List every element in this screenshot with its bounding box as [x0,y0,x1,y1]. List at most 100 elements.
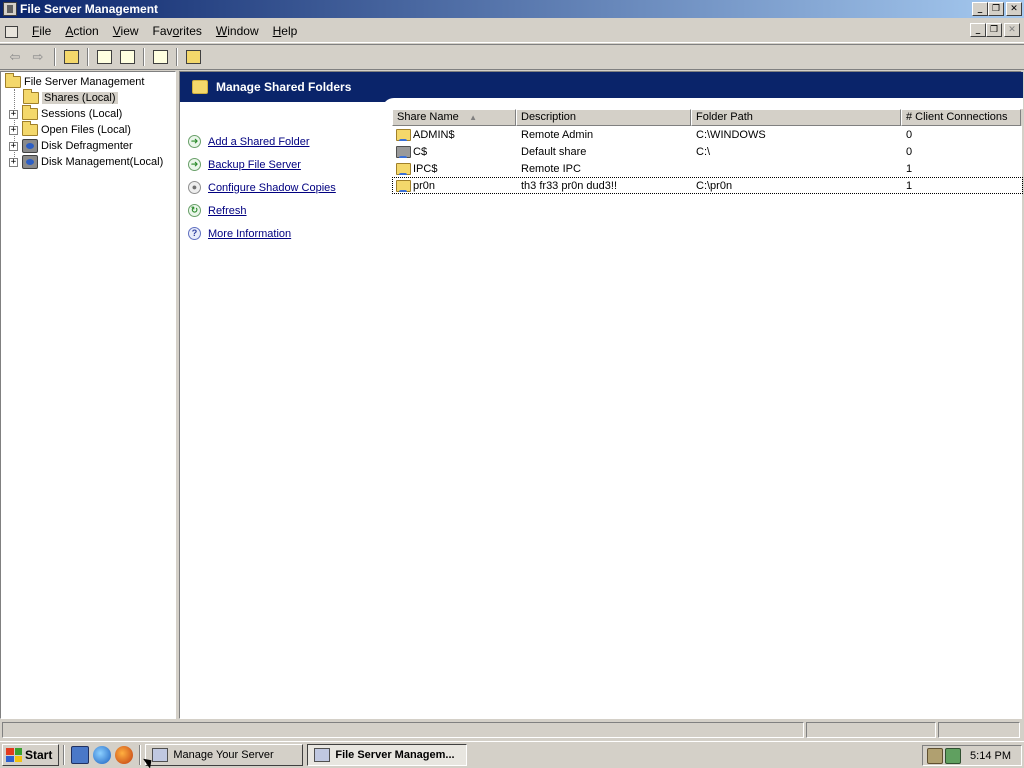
app-icon[interactable] [3,2,17,16]
window-title: File Server Management [20,2,159,16]
details-pane: Manage Shared Folders ➜ Add a Shared Fol… [179,71,1023,719]
forward-arrow-icon[interactable]: ⇨ [27,47,49,67]
task-refresh[interactable]: ↻ Refresh [188,204,247,217]
column-header-folder-path[interactable]: Folder Path [691,109,901,126]
task-more-information[interactable]: ? More Information [188,227,291,240]
share-name: IPC$ [413,162,438,175]
network-icon[interactable] [945,747,961,764]
close-button[interactable]: ✕ [1006,2,1022,16]
task-configure-shadow-copies[interactable]: ● Configure Shadow Copies [188,181,336,194]
sessions-icon [22,105,38,120]
help-icon[interactable] [149,47,171,67]
menu-action[interactable]: Action [58,22,105,40]
tree-item-disk-defragmenter[interactable]: + Disk Defragmenter [9,138,133,154]
share-connections: 1 [906,179,913,192]
column-header-client-connections[interactable]: # Client Connections [901,109,1021,126]
task-backup-file-server[interactable]: ➜ Backup File Server [188,158,301,171]
show-desktop-icon[interactable] [71,746,90,764]
task-link[interactable]: Backup File Server [208,159,301,171]
expand-icon[interactable]: + [9,109,18,119]
tree-item-disk-management[interactable]: + Disk Management(Local) [9,154,163,170]
security-alert-icon[interactable] [927,747,943,764]
share-name: pr0n [413,179,436,192]
task-link[interactable]: Configure Shadow Copies [208,182,336,194]
minimize-button[interactable]: _ [972,2,988,16]
menu-favorites[interactable]: Favorites [146,22,209,40]
title-bar[interactable]: File Server Management _ ❐ ✕ [0,0,1024,18]
share-name: C$ [413,145,428,158]
mdi-minimize-button[interactable]: _ [970,23,986,37]
console-tree[interactable]: File Server Management Shares (Local) + … [0,71,176,719]
shared-folder-icon [396,128,411,141]
up-one-level-icon[interactable] [60,47,82,67]
sort-ascending-icon: ▲ [469,113,477,122]
mdi-window-icon[interactable] [3,23,19,39]
window-controls: _ ❐ ✕ [972,2,1022,16]
column-header-share-name[interactable]: Share Name ▲ [392,109,516,126]
share-connections: 0 [906,128,913,141]
back-arrow-icon[interactable]: ⇦ [4,47,26,67]
mdi-window-controls: _ ❐ ✕ [970,23,1020,37]
start-button[interactable]: Start [2,744,60,766]
table-row[interactable]: ADMIN$ Remote Admin C:\WINDOWS 0 [392,126,1023,143]
toolbar: ⇦ ⇨ [0,44,1024,70]
taskbar-separator [63,745,66,765]
shares-list[interactable]: Share Name ▲ Description Folder Path # Cl… [392,109,1023,194]
shadow-copy-icon[interactable] [182,47,204,67]
status-pane [806,722,936,738]
task-link[interactable]: Add a Shared Folder [208,136,310,148]
tree-item-label: Disk Defragmenter [41,140,133,152]
toolbar-separator [176,48,178,66]
restore-button[interactable]: ❐ [988,2,1004,16]
menu-view[interactable]: View [106,22,146,40]
taskpad-title: Manage Shared Folders [216,80,352,94]
menu-help[interactable]: Help [266,22,305,40]
task-link[interactable]: Refresh [208,205,247,217]
clock[interactable]: 5:14 PM [970,750,1011,762]
tree-item-label: Shares (Local) [42,92,118,104]
file-server-icon [314,748,331,762]
toolbar-separator [143,48,145,66]
list-header: Share Name ▲ Description Folder Path # Cl… [392,109,1023,126]
menu-window[interactable]: Window [209,22,266,40]
share-name: ADMIN$ [413,128,455,141]
task-add-shared-folder[interactable]: ➜ Add a Shared Folder [188,135,310,148]
tree-item-label: Disk Management(Local) [41,156,164,168]
shared-drive-icon [396,145,411,158]
status-pane [938,722,1020,738]
mdi-restore-button[interactable]: ❐ [986,23,1002,37]
tree-item-open-files[interactable]: + Open Files (Local) [9,121,131,138]
tree-item-sessions[interactable]: + Sessions (Local) [9,105,122,122]
table-row[interactable]: C$ Default share C:\ 0 [392,143,1023,160]
expand-icon[interactable]: + [9,157,18,167]
taskbar-button-manage-your-server[interactable]: Manage Your Server [145,744,304,766]
share-path: C:\WINDOWS [696,128,766,141]
menu-bar: File Action View Favorites Window Help _… [0,19,1024,43]
arrow-go-icon: ➜ [188,158,201,171]
table-row[interactable]: IPC$ Remote IPC 1 [392,160,1023,177]
refresh-icon[interactable] [93,47,115,67]
menu-file[interactable]: File [25,22,58,40]
open-files-icon [22,121,38,136]
table-row[interactable]: pr0n th3 fr33 pr0n dud3!! C:\pr0n 1 [392,177,1023,194]
shadow-copy-icon: ● [188,181,201,194]
mdi-close-button[interactable]: ✕ [1004,23,1020,37]
tree-item-shares[interactable]: Shares (Local) [23,89,118,106]
expand-icon[interactable]: + [9,125,18,135]
shared-folder-icon [192,80,208,94]
column-header-description[interactable]: Description [516,109,691,126]
taskbar-button-file-server-management[interactable]: File Server Managem... [307,744,468,766]
task-link[interactable]: More Information [208,228,291,240]
tree-root[interactable]: File Server Management [5,73,144,90]
firefox-icon[interactable] [115,746,134,764]
share-description: Remote Admin [521,128,594,141]
export-list-icon[interactable] [116,47,138,67]
arrow-go-icon: ➜ [188,135,201,148]
status-bar [0,720,1024,740]
disk-management-icon [22,155,38,169]
folder-icon [5,73,21,88]
expand-icon[interactable]: + [9,141,18,151]
shared-folder-icon [23,89,39,104]
start-label: Start [25,748,53,762]
internet-explorer-icon[interactable] [93,746,112,764]
